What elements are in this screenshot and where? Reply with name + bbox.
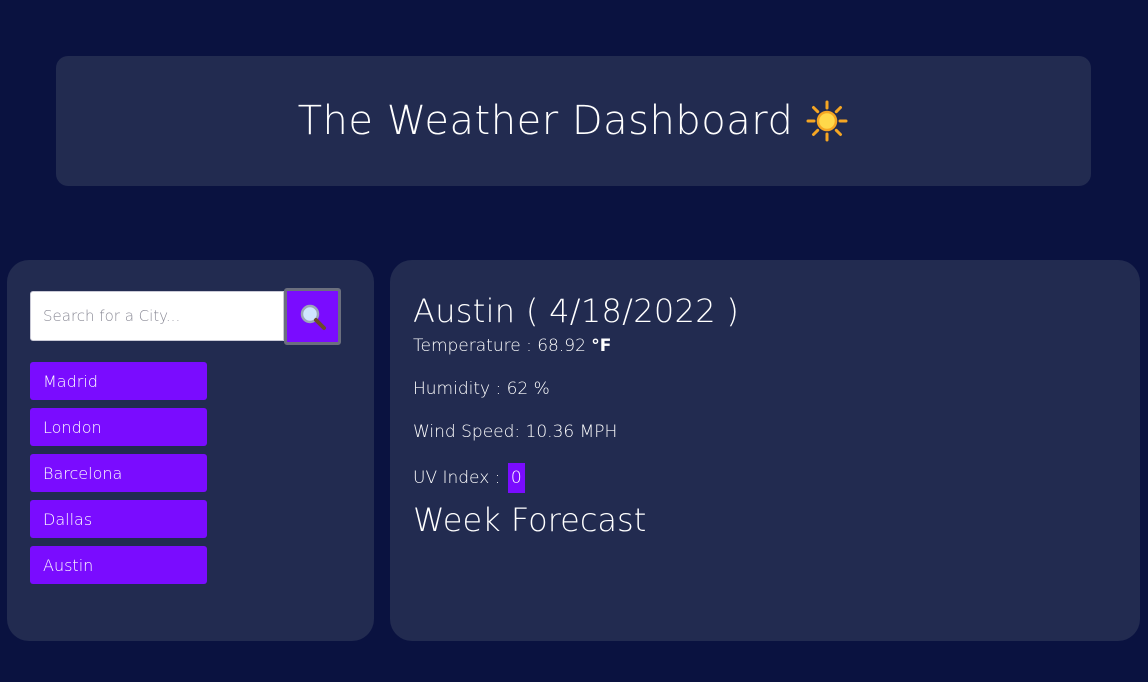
current-weather-panel: Austin ( 4/18/2022 ) Temperature : 68.92… [390, 260, 1140, 641]
search-input[interactable] [30, 291, 284, 341]
temperature-line: Temperature : 68.92 °F [413, 334, 739, 377]
city-button-label: Dallas [43, 509, 93, 529]
humidity-line: Humidity : 62 % [413, 379, 550, 399]
city-button-label: Austin [43, 555, 94, 575]
city-button-dallas[interactable]: Dallas [30, 500, 207, 538]
search-panel: Madrid London Barcelona Dallas Austin [7, 260, 374, 641]
wind-speed-line: Wind Speed: 10.36 MPH [413, 422, 618, 442]
search-history-list: Madrid London Barcelona Dallas Austin [30, 362, 207, 584]
city-button-austin[interactable]: Austin [30, 546, 207, 584]
uv-index-line: UV Index : 0 [413, 463, 739, 506]
search-icon [300, 304, 326, 330]
temperature-unit: °F [591, 336, 612, 356]
city-date-heading: Austin ( 4/18/2022 ) [413, 292, 740, 330]
search-button[interactable] [284, 288, 341, 345]
page-title: The Weather Dashboard [298, 98, 850, 144]
city-button-london[interactable]: London [30, 408, 207, 446]
city-button-madrid[interactable]: Madrid [30, 362, 207, 400]
city-button-label: London [43, 417, 102, 437]
page-title-text: The Weather Dashboard [297, 98, 794, 144]
week-forecast-heading: Week Forecast [413, 501, 647, 539]
header-card: The Weather Dashboard [56, 56, 1091, 186]
city-button-barcelona[interactable]: Barcelona [30, 454, 207, 492]
current-weather-content: Austin ( 4/18/2022 ) Temperature : 68.92… [413, 292, 739, 539]
search-bar [30, 288, 341, 345]
uv-index-badge: 0 [507, 463, 525, 493]
city-button-label: Barcelona [43, 463, 123, 483]
sun-icon [806, 100, 848, 142]
temperature-text: Temperature : 68.92 [413, 336, 586, 356]
uv-index-label: UV Index : [413, 468, 501, 488]
city-button-label: Madrid [43, 371, 98, 391]
